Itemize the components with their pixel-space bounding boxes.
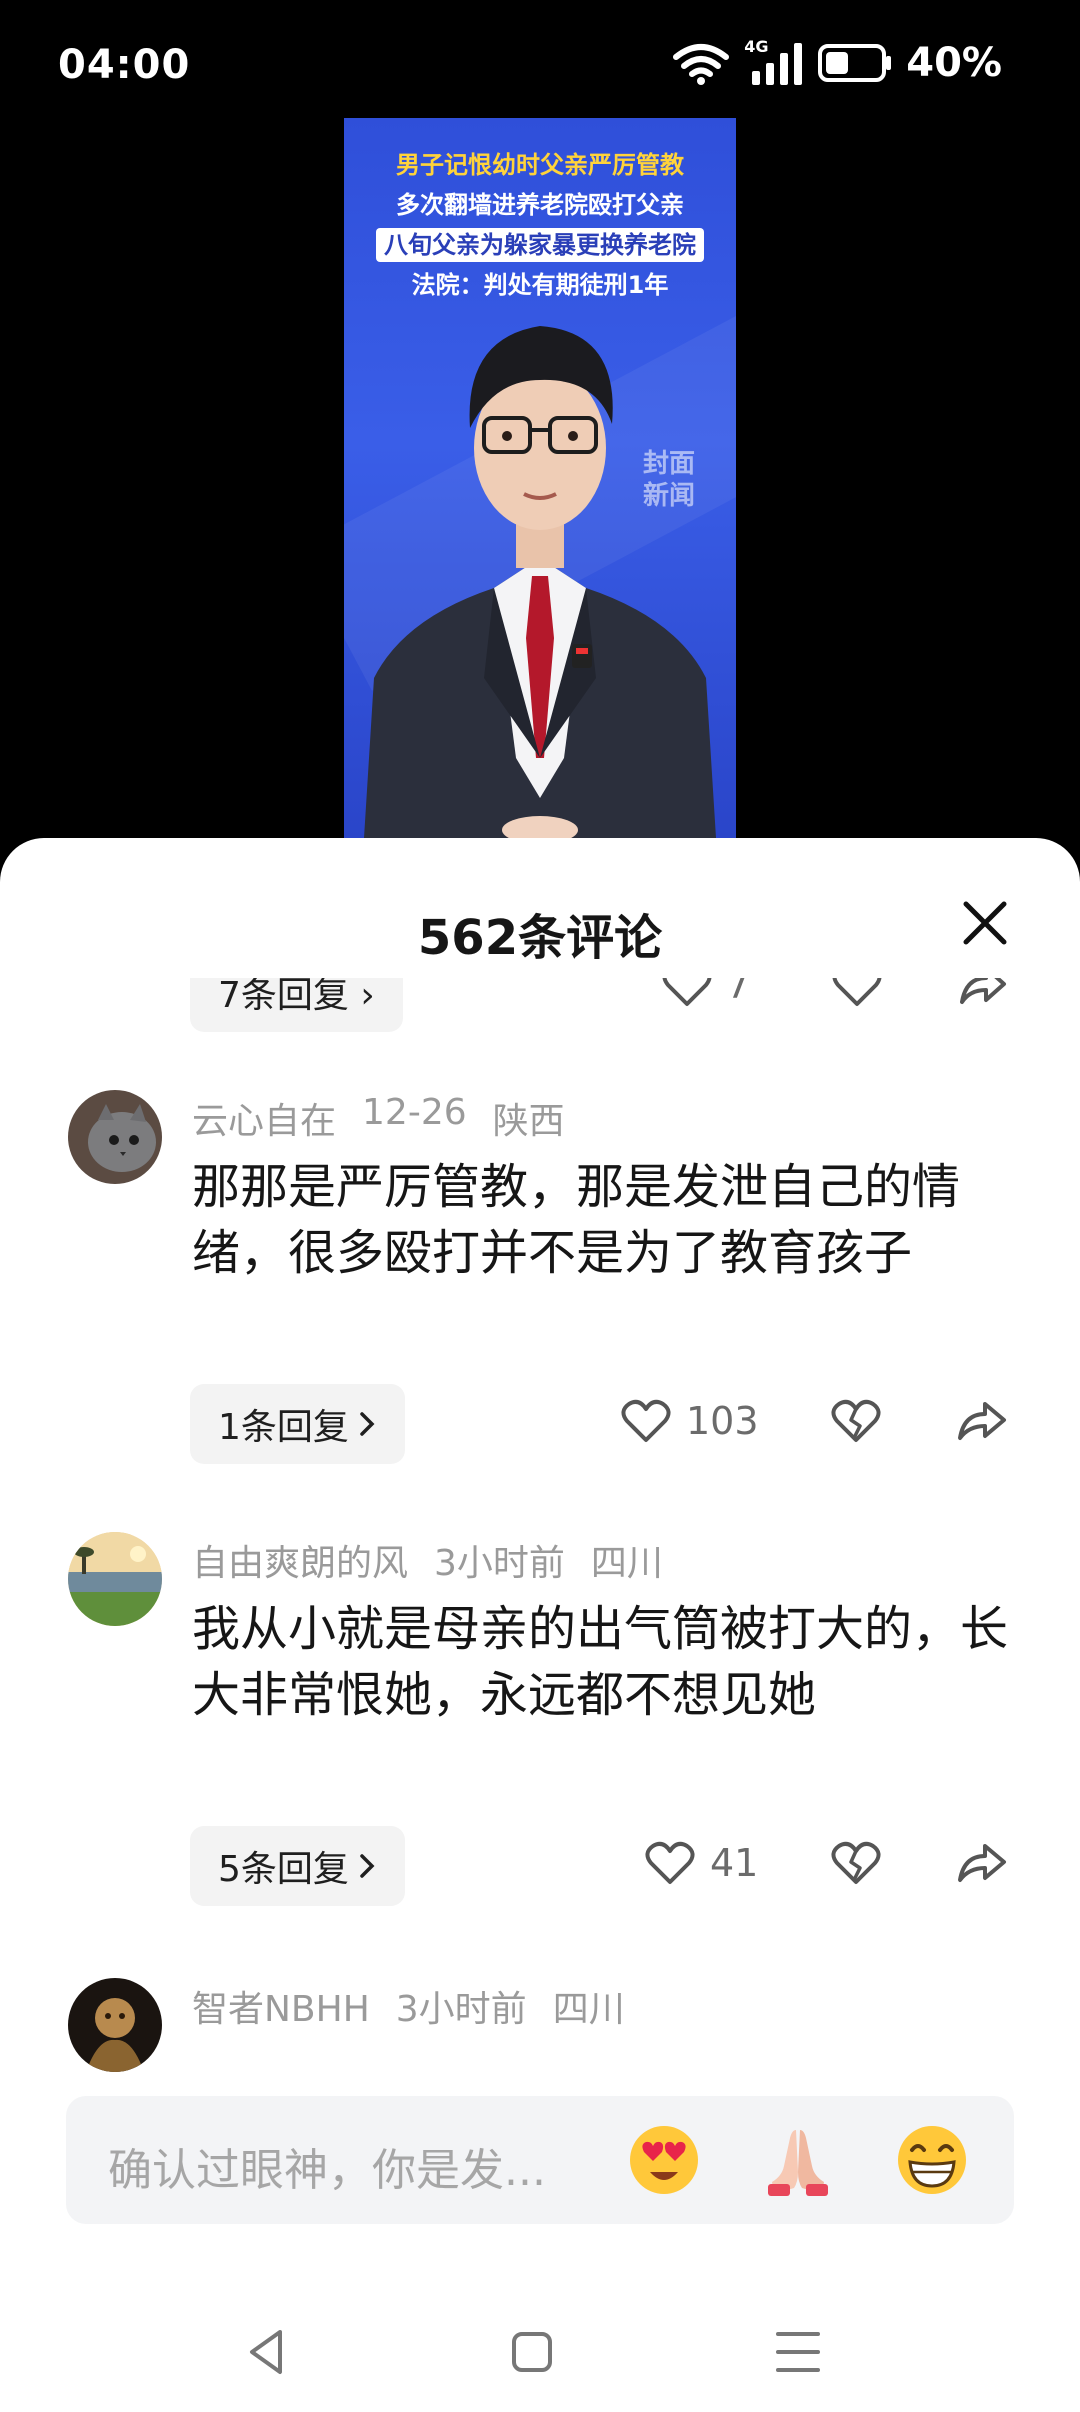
like-count: 103 (686, 1399, 759, 1443)
share-button[interactable] (956, 1840, 1008, 1886)
home-icon (512, 2332, 552, 2372)
share-icon (960, 978, 1006, 1004)
chevron-right-icon (360, 1854, 375, 1878)
comment-date: 12-26 (362, 1092, 467, 1133)
status-icons: 4G 40% (672, 37, 1002, 86)
video-headline: 多次翻墙进养老院殴打父亲 (396, 191, 684, 219)
comment-text[interactable]: 我从小就是母亲的出气筒被打大的，长大非常恨她，永远都不想见她 (192, 1596, 1022, 1728)
comment-meta: 自由爽朗的风 3小时前 四川 (192, 1534, 663, 1586)
like-button[interactable]: 103 (620, 1398, 759, 1444)
dislike-button[interactable] (830, 1840, 882, 1886)
wifi-icon (673, 44, 730, 85)
video-headline: 法院：判处有期徒刑1年 (411, 271, 669, 299)
reply-count-button[interactable]: 1条回复 (190, 1384, 405, 1464)
back-icon (250, 2330, 282, 2374)
video-player[interactable]: 男子记恨幼时父亲严厉管教 多次翻墙进养老院殴打父亲 八旬父亲为躲家暴更换养老院 … (344, 118, 736, 838)
dislike-button[interactable] (830, 1398, 882, 1444)
reply-count-label: 5条回复 (218, 1849, 349, 1890)
like-button[interactable]: 41 (644, 1840, 758, 1886)
close-icon (963, 901, 1007, 945)
heart-icon (621, 1399, 671, 1442)
chevron-right-icon (360, 1412, 375, 1436)
like-button[interactable]: 7 (662, 978, 750, 1008)
battery-icon (818, 44, 892, 82)
comment-location: 四川 (590, 1543, 663, 1584)
heart-icon (645, 1841, 695, 1884)
comment-meta: 智者NBHH 3小时前 四川 (192, 1980, 625, 2032)
folded-hands-emoji-button[interactable] (760, 2122, 836, 2198)
comment-date: 3小时前 (395, 1989, 527, 2030)
video-watermark: 封面新闻 (642, 449, 695, 511)
status-time: 04:00 (58, 42, 191, 88)
broken-heart-icon (831, 1399, 881, 1442)
folded-hands-emoji-icon (768, 2130, 828, 2196)
comment-author[interactable]: 智者NBHH (192, 1980, 370, 2032)
comment-text[interactable]: 那那是严厉管教，那是发泄自己的情绪，很多殴打并不是为了教育孩子 (192, 1154, 1022, 1286)
like-count: 7 (726, 978, 751, 1007)
partial-comment-actions: 7条回复 › 7 (0, 978, 1080, 1032)
avatar[interactable] (68, 1978, 162, 2072)
video-headlines: 男子记恨幼时父亲严厉管教 多次翻墙进养老院殴打父亲 八旬父亲为躲家暴更换养老院 … (344, 148, 736, 302)
close-button[interactable] (950, 888, 1020, 958)
share-icon (958, 1844, 1006, 1882)
reply-count-button[interactable]: 5条回复 (190, 1826, 405, 1906)
comment-date: 3小时前 (434, 1543, 565, 1584)
heart-eyes-emoji-button[interactable] (626, 2122, 702, 2198)
share-button[interactable] (958, 978, 1008, 1008)
broken-heart-icon (832, 978, 882, 1006)
reply-count-label: 7条回复 › (218, 978, 375, 1016)
share-icon (958, 1402, 1006, 1440)
comment-sheet: 562条评论 7条回复 › 7 云心自在 12-26 陕西 那那是严厉管教，那是… (0, 838, 1080, 2412)
comment-input-placeholder[interactable]: 确认过眼神，你是发... (108, 2134, 546, 2198)
video-headline: 八旬父亲为躲家暴更换养老院 (376, 228, 704, 262)
broken-heart-icon (831, 1841, 881, 1884)
screen: 04:00 4G 40% 男子记恨幼时父亲严厉管教 多次翻墙进养老院殴打父亲 八… (0, 0, 1080, 2412)
reply-count-label: 1条回复 (218, 1407, 349, 1448)
like-count: 41 (710, 1841, 759, 1885)
video-headline: 男子记恨幼时父亲严厉管教 (396, 151, 684, 179)
dislike-button[interactable] (832, 978, 882, 1008)
comment-author[interactable]: 自由爽朗的风 (192, 1534, 408, 1586)
grinning-emoji-icon (898, 2126, 966, 2194)
nav-back-button[interactable] (236, 2322, 296, 2382)
avatar[interactable] (68, 1532, 162, 1626)
comment-location: 陕西 (492, 1101, 565, 1142)
reply-count-button[interactable]: 7条回复 › (190, 978, 403, 1032)
grinning-emoji-button[interactable] (894, 2122, 970, 2198)
comment-input-bar[interactable]: 确认过眼神，你是发... (66, 2096, 1014, 2224)
comment-meta: 云心自在 12-26 陕西 (192, 1092, 565, 1144)
avatar[interactable] (68, 1090, 162, 1184)
comment-count-title: 562条评论 (417, 910, 663, 966)
battery-percent: 40% (906, 40, 1002, 86)
cell-signal-icon: 4G (744, 37, 804, 85)
comment-list[interactable]: 7条回复 › 7 云心自在 12-26 陕西 那那是严厉管教，那是发泄自己的情绪… (0, 978, 1080, 2198)
heart-icon (662, 978, 712, 1006)
system-nav-bar (0, 2298, 1080, 2412)
heart-eyes-emoji-icon (630, 2126, 698, 2194)
share-button[interactable] (956, 1398, 1008, 1444)
comment-author[interactable]: 云心自在 (192, 1092, 336, 1144)
nav-menu-button[interactable] (768, 2322, 828, 2382)
comment-location: 四川 (552, 1989, 625, 2030)
menu-icon (776, 2332, 820, 2372)
nav-home-button[interactable] (502, 2322, 562, 2382)
